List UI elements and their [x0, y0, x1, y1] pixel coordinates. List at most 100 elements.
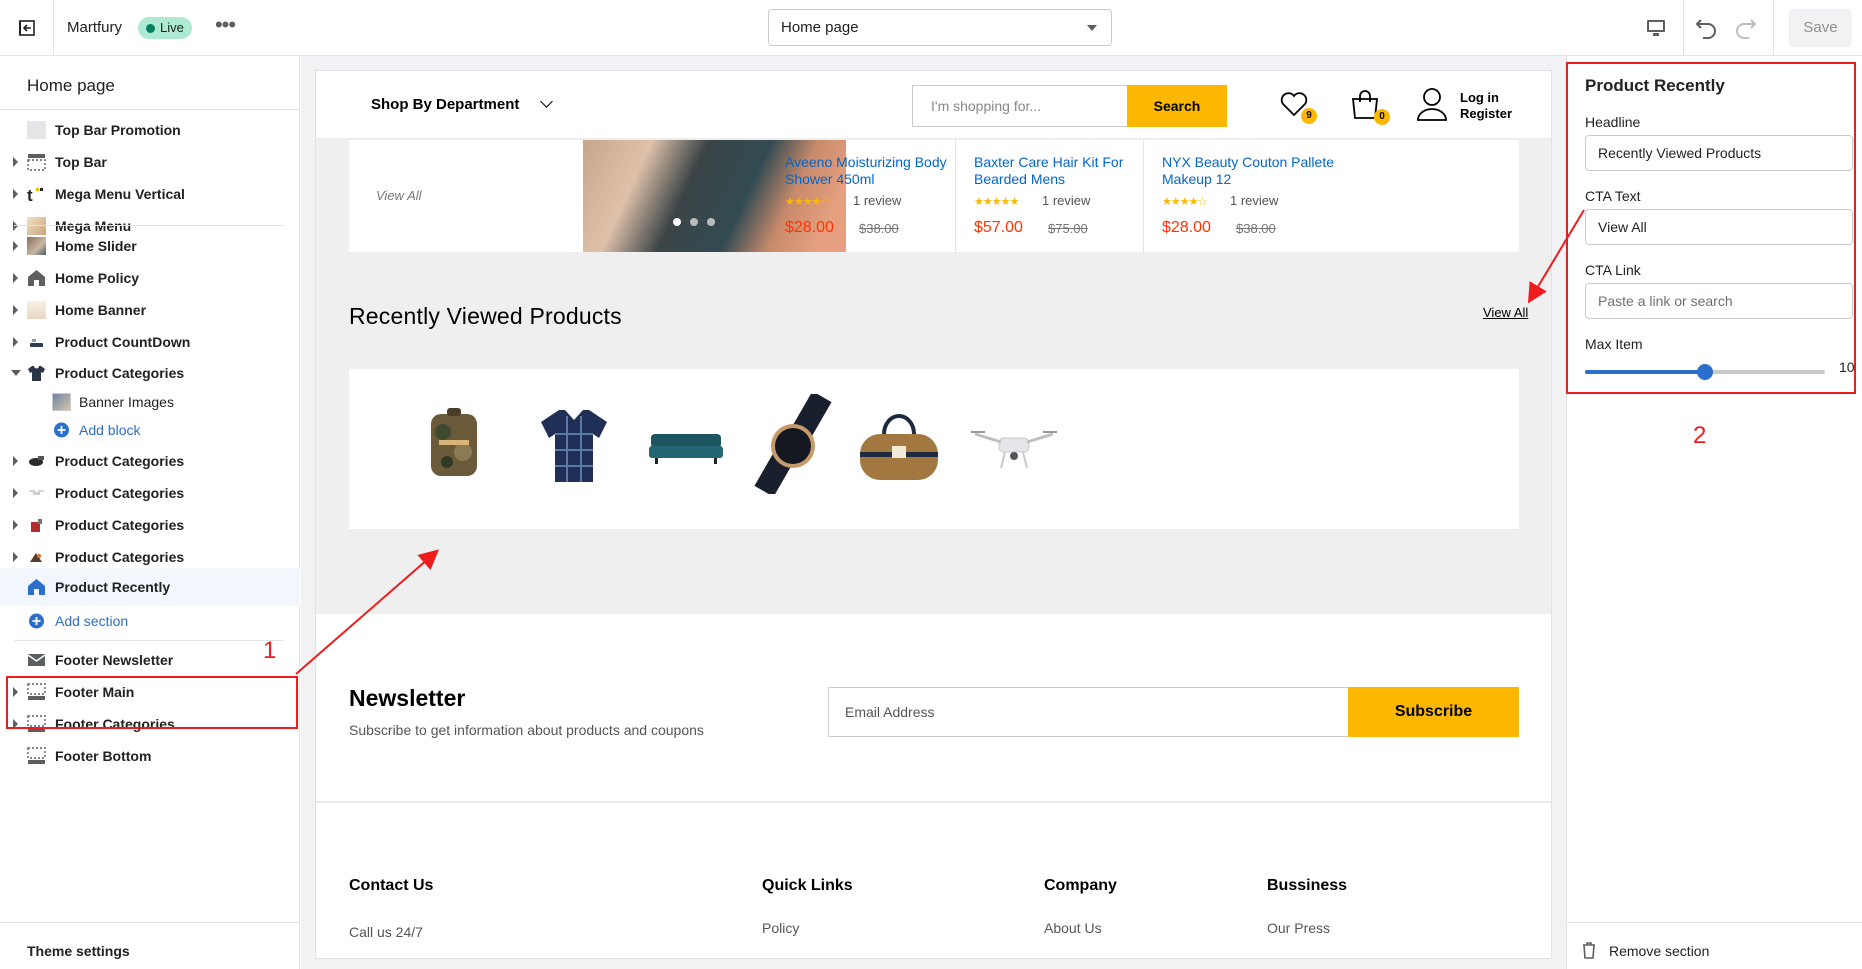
product-old-price: $38.00: [1236, 221, 1276, 236]
add-section-button[interactable]: Add section: [0, 605, 300, 637]
sidebar-item-product-categories-2[interactable]: Product Categories: [0, 445, 300, 477]
subscribe-button[interactable]: Subscribe: [1348, 687, 1519, 737]
expand-arrow-icon[interactable]: [13, 273, 18, 283]
divider: [14, 640, 284, 641]
footer-link[interactable]: Policy: [762, 920, 799, 936]
sidebar-item-footer-bottom[interactable]: Footer Bottom: [0, 740, 300, 772]
expand-arrow-icon[interactable]: [13, 488, 18, 498]
image-block-icon: [52, 393, 71, 411]
recently-viewed-products: [349, 369, 1519, 529]
sidebar-item-mega-menu-vertical[interactable]: t Mega Menu Vertical: [0, 178, 300, 210]
sidebar-item-top-bar-promotion[interactable]: Top Bar Promotion: [0, 114, 300, 146]
add-block-button[interactable]: Add block: [0, 414, 300, 446]
sidebar-item-home-banner[interactable]: Home Banner: [0, 294, 300, 326]
watch-product-image[interactable]: [749, 394, 839, 494]
storefront-preview: Shop By Department I'm shopping for... S…: [315, 70, 1552, 959]
expand-arrow-icon[interactable]: [13, 456, 18, 466]
expand-arrow-icon[interactable]: [13, 337, 18, 347]
carousel-dot-active[interactable]: [673, 218, 681, 226]
toy-thumbnail-icon: [30, 553, 42, 562]
expand-arrow-icon[interactable]: [13, 241, 18, 251]
sidebar-item-label: Product Categories: [55, 549, 185, 565]
desktop-preview-button[interactable]: [1628, 0, 1684, 56]
shirt-product-image[interactable]: [529, 394, 619, 494]
page-selector[interactable]: Home page: [768, 9, 1112, 46]
footer-layout-icon: [27, 747, 46, 764]
product-price: $28.00: [785, 219, 834, 236]
sidebar-item-label: Product Categories: [55, 485, 185, 501]
duffel-bag-product-image[interactable]: [854, 394, 944, 494]
newsletter-email-input[interactable]: Email Address: [828, 687, 1348, 737]
sidebar-item-label: Product Categories: [55, 365, 185, 381]
sidebar-item-product-countdown[interactable]: Product CountDown: [0, 326, 300, 358]
annotation-label-2: 2: [1693, 422, 1707, 449]
product-name[interactable]: Aveeno Moisturizing Body Shower 450ml: [785, 154, 975, 188]
undo-button[interactable]: [1694, 16, 1720, 40]
sidebar-item-label: Home Banner: [55, 302, 147, 318]
more-actions-button[interactable]: •••: [213, 14, 237, 42]
recently-viewed-view-all-link[interactable]: View All: [1483, 305, 1528, 320]
sidebar-item-product-categories-open[interactable]: Product Categories: [0, 357, 300, 389]
view-all-link[interactable]: View All: [376, 188, 422, 203]
exit-button[interactable]: [0, 0, 54, 56]
sidebar-item-label: Product Recently: [55, 579, 171, 595]
drone-product-image[interactable]: [969, 394, 1059, 494]
collapse-arrow-icon[interactable]: [11, 370, 21, 376]
product-card[interactable]: NYX Beauty Couton Pallete Makeup 12 ★★★★…: [1143, 140, 1343, 252]
add-block-label: Add block: [79, 422, 141, 438]
remove-section-button[interactable]: Remove section: [1567, 922, 1862, 969]
backpack-product-image[interactable]: [409, 394, 499, 494]
exit-icon: [18, 20, 35, 36]
sidebar-item-home-slider[interactable]: Home Slider: [0, 230, 300, 262]
recently-viewed-title: Recently Viewed Products: [349, 303, 622, 329]
product-name[interactable]: Baxter Care Hair Kit For Bearded Mens: [974, 154, 1164, 188]
store-search-button[interactable]: Search: [1127, 85, 1227, 127]
home-icon: [28, 270, 45, 286]
cart-count-badge: 0: [1374, 109, 1390, 125]
trash-icon: [1583, 942, 1595, 959]
carousel-dot[interactable]: [707, 218, 715, 226]
user-icon[interactable]: [1416, 87, 1448, 121]
caret-down-icon: [1087, 25, 1097, 31]
email-icon: [27, 654, 46, 666]
expand-arrow-icon[interactable]: [13, 552, 18, 562]
review-count: 1 review: [1042, 193, 1091, 208]
remove-section-label: Remove section: [1609, 943, 1710, 959]
page-selector-value: Home page: [781, 19, 859, 36]
kitchen-thumbnail-icon: [31, 519, 42, 532]
redo-button[interactable]: [1732, 16, 1758, 40]
sofa-product-image[interactable]: [641, 394, 731, 494]
sidebar-item-top-bar[interactable]: Top Bar: [0, 146, 300, 178]
sidebar-item-product-categories-4[interactable]: Product Categories: [0, 509, 300, 541]
sidebar-item-home-policy[interactable]: Home Policy: [0, 262, 300, 294]
expand-arrow-icon[interactable]: [13, 189, 18, 199]
editor-topbar: Martfury Live ••• Home page Save: [0, 0, 1862, 56]
register-link[interactable]: Register: [1460, 106, 1512, 122]
rating-stars: ★★★★★: [974, 196, 1019, 208]
product-name[interactable]: NYX Beauty Couton Pallete Makeup 12: [1162, 154, 1352, 188]
footer-link[interactable]: About Us: [1044, 920, 1102, 936]
shop-by-department-menu[interactable]: Shop By Department: [371, 96, 519, 113]
carousel-dot[interactable]: [690, 218, 698, 226]
login-register-links[interactable]: Log in Register: [1460, 90, 1512, 122]
review-count: 1 review: [1230, 193, 1279, 208]
store-footer: Contact Us Call us 24/7 Quick Links Poli…: [316, 803, 1551, 958]
store-header: Shop By Department I'm shopping for... S…: [316, 71, 1551, 139]
live-status-badge: Live: [138, 17, 192, 39]
store-search-input[interactable]: I'm shopping for...: [912, 85, 1128, 127]
sidebar-item-product-recently[interactable]: Product Recently: [0, 568, 300, 606]
sidebar-item-footer-newsletter[interactable]: Footer Newsletter: [0, 644, 300, 676]
footer-link[interactable]: Our Press: [1267, 920, 1330, 936]
expand-arrow-icon[interactable]: [13, 305, 18, 315]
expand-arrow-icon[interactable]: [13, 157, 18, 167]
wishlist-count-badge: 9: [1301, 108, 1317, 124]
plus-circle-icon: [29, 613, 44, 629]
review-count: 1 review: [853, 193, 902, 208]
save-button[interactable]: Save: [1789, 9, 1852, 47]
annotation-label-1: 1: [263, 637, 277, 664]
theme-settings-button[interactable]: Theme settings: [0, 922, 300, 969]
more-icon: •••: [214, 12, 236, 37]
sidebar-item-product-categories-3[interactable]: Product Categories: [0, 477, 300, 509]
expand-arrow-icon[interactable]: [13, 520, 18, 530]
login-link[interactable]: Log in: [1460, 90, 1512, 106]
